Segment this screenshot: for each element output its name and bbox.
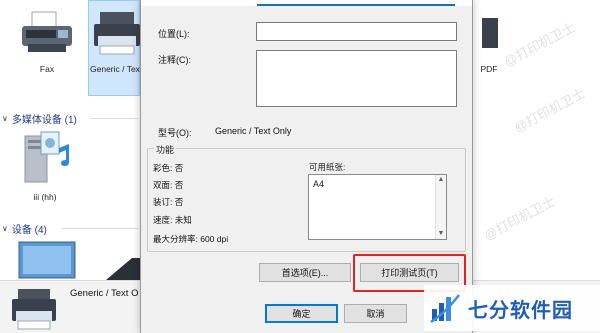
device-label: iii (hh) [33, 192, 57, 202]
printer-tile-pdf[interactable]: PDF [474, 8, 514, 75]
printer-icon [12, 289, 56, 330]
chevron-down-icon: ∨ [2, 114, 8, 123]
group-header-multimedia[interactable]: ∨ 多媒体设备 (1) [2, 111, 77, 126]
printer-label: Fax [39, 64, 55, 74]
fax-icon [22, 11, 72, 52]
cancel-button[interactable]: 取消 [344, 304, 407, 323]
media-device-tile[interactable]: iii (hh) [12, 128, 78, 203]
printer-tile-generic-text-only[interactable]: Generic / Text Only [90, 8, 140, 75]
paper-label: 可用纸张: [309, 162, 346, 172]
printer-icon [482, 18, 498, 48]
selected-device-name: Generic / Text O [70, 288, 139, 299]
monitor-device-tile[interactable] [14, 238, 80, 284]
model-value: Generic / Text Only [215, 126, 292, 136]
printer-label: Generic / Text Only [90, 64, 140, 74]
feature-speed: 速度: 未知 [153, 215, 192, 225]
media-server-icon [24, 131, 69, 183]
group-divider [90, 118, 138, 119]
paper-list[interactable]: A4 ▲ ▼ [308, 174, 447, 240]
brand-watermark: 七分软件园 [424, 285, 600, 331]
feature-staple: 装订: 否 [153, 197, 184, 207]
feature-color: 彩色: 否 [153, 163, 184, 173]
paper-list-scrollbar[interactable]: ▲ ▼ [435, 175, 446, 239]
feature-duplex: 双面: 否 [153, 180, 184, 190]
group-header-devices[interactable]: ∨ 设备 (4) [2, 221, 47, 236]
printer-tile-fax[interactable]: Fax [14, 8, 80, 75]
printer-icon [94, 12, 140, 55]
brand-logo-icon [430, 294, 460, 324]
brand-name: 七分软件园 [468, 299, 573, 322]
location-label: 位置(L): [158, 29, 190, 39]
group-label: 多媒体设备 (1) [11, 115, 77, 126]
keyboard-icon [106, 258, 140, 280]
model-label: 型号(O): [158, 128, 192, 138]
scroll-down-icon[interactable]: ▼ [436, 229, 446, 239]
location-field[interactable] [256, 22, 457, 41]
ok-button[interactable]: 确定 [265, 304, 338, 323]
chevron-down-icon: ∨ [2, 224, 8, 233]
feature-max-resolution: 最大分辨率: 600 dpi [153, 234, 229, 244]
group-label: 设备 (4) [11, 225, 47, 236]
scroll-up-icon[interactable]: ▲ [436, 175, 446, 185]
group-divider [62, 228, 138, 229]
paper-item[interactable]: A4 [313, 179, 324, 189]
features-label: 功能 [154, 143, 177, 156]
comment-field[interactable] [256, 50, 457, 107]
comment-label: 注释(C): [158, 55, 191, 65]
monitor-icon [18, 241, 76, 279]
active-tab-edge [257, 0, 455, 6]
preferences-button[interactable]: 首选项(E)... [259, 263, 351, 282]
